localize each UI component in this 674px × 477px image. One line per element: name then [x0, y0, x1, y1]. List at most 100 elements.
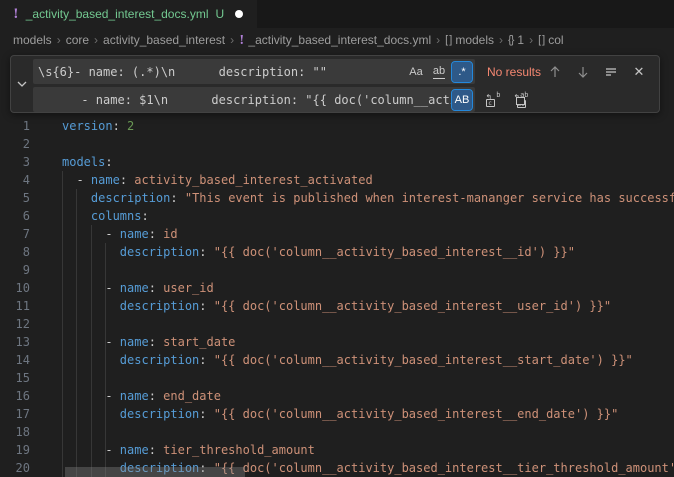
line-number[interactable]: 12 — [0, 315, 30, 333]
line-content: description: "This event is published wh… — [30, 189, 674, 207]
line-number[interactable]: 9 — [0, 261, 30, 279]
breadcrumb-label: models — [13, 33, 52, 47]
breadcrumb-item[interactable]: {}1 — [508, 33, 524, 47]
replace-value-text: - name: $1\n description: "{{ doc('colum… — [38, 93, 452, 107]
line-content — [30, 423, 62, 441]
symbol-array-icon: [ ] — [445, 34, 451, 46]
breadcrumb-separator: › — [94, 33, 98, 47]
line-content — [30, 135, 62, 153]
code-line[interactable]: 6 columns: — [0, 207, 674, 225]
replace-input[interactable]: - name: $1\n description: "{{ doc('colum… — [33, 87, 475, 112]
line-content: version: 2 — [30, 117, 134, 135]
code-line[interactable]: 18 — [0, 423, 674, 441]
indent-guide — [62, 171, 63, 477]
breadcrumb-label: col — [548, 33, 563, 47]
horizontal-scrollbar[interactable] — [65, 467, 245, 477]
whole-word-button[interactable]: ab — [429, 62, 449, 82]
unsaved-changes-dot[interactable] — [235, 10, 243, 18]
breadcrumb-item[interactable]: !_activity_based_interest_docs.yml — [239, 33, 431, 47]
line-number[interactable]: 13 — [0, 333, 30, 351]
code-line[interactable]: 12 — [0, 315, 674, 333]
line-number[interactable]: 8 — [0, 243, 30, 261]
find-widget-body: \s{6}- name: (.*)\n description: "" Aa a… — [33, 56, 659, 112]
code-line[interactable]: 9 — [0, 261, 674, 279]
symbol-array-icon: [ ] — [538, 34, 544, 46]
code-line[interactable]: 1version: 2 — [0, 117, 674, 135]
breadcrumb-item[interactable]: core — [66, 33, 89, 47]
line-number[interactable]: 3 — [0, 153, 30, 171]
line-number[interactable]: 4 — [0, 171, 30, 189]
line-content: - name: end_date — [30, 387, 221, 405]
line-number[interactable]: 18 — [0, 423, 30, 441]
match-case-button[interactable]: Aa — [406, 62, 426, 82]
code-line[interactable]: 3models: — [0, 153, 674, 171]
toggle-replace-button[interactable] — [11, 56, 33, 112]
line-number[interactable]: 14 — [0, 351, 30, 369]
line-number[interactable]: 2 — [0, 135, 30, 153]
previous-match-button[interactable] — [545, 62, 565, 82]
line-number[interactable]: 6 — [0, 207, 30, 225]
breadcrumb-separator: › — [499, 33, 503, 47]
find-query-text: \s{6}- name: (.*)\n description: "" — [38, 65, 406, 79]
find-input[interactable]: \s{6}- name: (.*)\n description: "" Aa a… — [33, 59, 475, 84]
preserve-case-button[interactable]: AB — [452, 90, 472, 110]
line-number[interactable]: 20 — [0, 459, 30, 477]
breadcrumb-item[interactable]: [ ] col — [538, 33, 564, 47]
code-line[interactable]: 7 - name: id — [0, 225, 674, 243]
code-line[interactable]: 8 description: "{{ doc('column__activity… — [0, 243, 674, 261]
regex-button[interactable]: .* — [452, 62, 472, 82]
replace-all-button[interactable]: ↰ ab ac — [511, 90, 531, 110]
code-line[interactable]: 19 - name: tier_threshold_amount — [0, 441, 674, 459]
line-content: - name: tier_threshold_amount — [30, 441, 315, 459]
find-in-selection-button[interactable] — [601, 62, 621, 82]
editor-tab[interactable]: ! _activity_based_interest_docs.yml U — [0, 0, 257, 28]
next-match-button[interactable] — [573, 62, 593, 82]
code-line[interactable]: 15 — [0, 369, 674, 387]
line-number[interactable]: 10 — [0, 279, 30, 297]
code-line[interactable]: 17 description: "{{ doc('column__activit… — [0, 405, 674, 423]
line-number[interactable]: 16 — [0, 387, 30, 405]
line-number[interactable]: 1 — [0, 117, 30, 135]
line-content: description: "{{ doc('column__activity_b… — [30, 243, 575, 261]
code-line[interactable]: 2 — [0, 135, 674, 153]
git-status-badge: U — [215, 7, 224, 21]
find-options: Aa ab .* — [406, 62, 472, 82]
code-line[interactable]: 13 - name: start_date — [0, 333, 674, 351]
find-replace-widget: \s{6}- name: (.*)\n description: "" Aa a… — [10, 55, 660, 113]
find-row: \s{6}- name: (.*)\n description: "" Aa a… — [33, 59, 655, 84]
line-number[interactable]: 7 — [0, 225, 30, 243]
line-number[interactable]: 15 — [0, 369, 30, 387]
arrow-up-icon — [548, 65, 562, 79]
line-content: description: "{{ doc('column__activity_b… — [30, 405, 618, 423]
line-number[interactable]: 19 — [0, 441, 30, 459]
line-number[interactable]: 5 — [0, 189, 30, 207]
code-line[interactable]: 11 description: "{{ doc('column__activit… — [0, 297, 674, 315]
breadcrumb-item[interactable]: [ ]models — [445, 33, 494, 47]
line-content: - name: id — [30, 225, 178, 243]
code-line[interactable]: 16 - name: end_date — [0, 387, 674, 405]
code-line[interactable]: 4 - name: activity_based_interest_activa… — [0, 171, 674, 189]
arrow-down-icon — [576, 65, 590, 79]
replace-options: AB — [452, 90, 472, 110]
tab-bar: ! _activity_based_interest_docs.yml U — [0, 0, 674, 28]
indent-guide — [76, 189, 77, 477]
code-line[interactable]: 5 description: "This event is published … — [0, 189, 674, 207]
close-find-widget-button[interactable]: ✕ — [629, 62, 649, 82]
find-results-count: No results — [487, 65, 541, 79]
code-line[interactable]: 10 - name: user_id — [0, 279, 674, 297]
replace-button[interactable]: ↰ b c — [483, 90, 503, 110]
code-line[interactable]: 14 description: "{{ doc('column__activit… — [0, 351, 674, 369]
tab-filename: _activity_based_interest_docs.yml — [26, 7, 209, 21]
breadcrumb-separator: › — [230, 33, 234, 47]
line-number[interactable]: 17 — [0, 405, 30, 423]
line-number[interactable]: 11 — [0, 297, 30, 315]
line-content: description: "{{ doc('column__activity_b… — [30, 297, 611, 315]
line-content: - name: activity_based_interest_activate… — [30, 171, 373, 189]
line-content — [30, 315, 62, 333]
symbol-object-icon: {} — [508, 34, 513, 46]
breadcrumb-label: core — [66, 33, 89, 47]
code-editor[interactable]: 1version: 223models:4 - name: activity_b… — [0, 115, 674, 477]
breadcrumb-item[interactable]: models — [13, 33, 52, 47]
breadcrumb-item[interactable]: activity_based_interest — [103, 33, 225, 47]
line-content: - name: user_id — [30, 279, 214, 297]
